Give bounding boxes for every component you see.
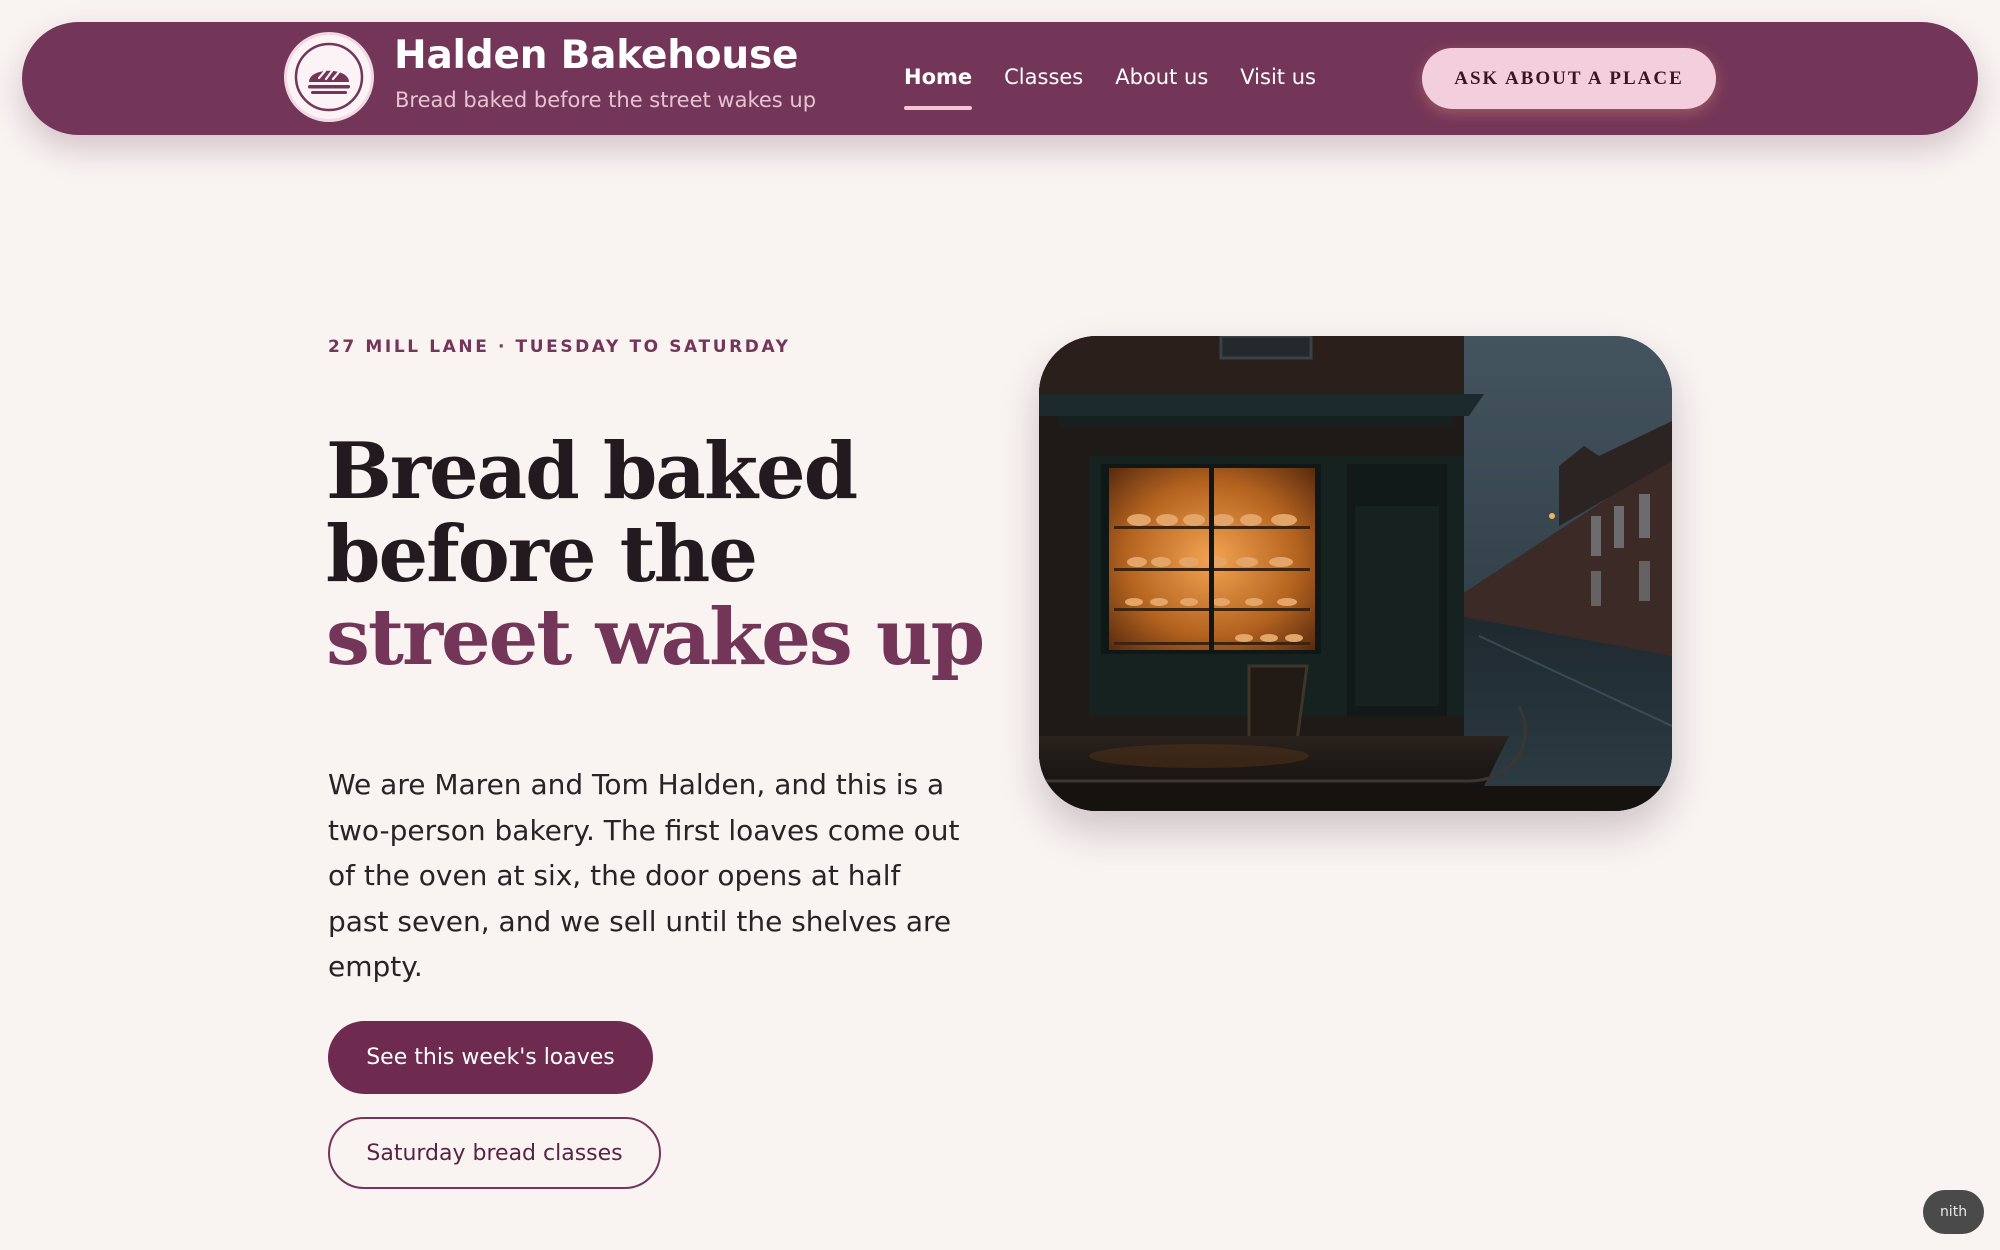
nav-link-home[interactable]: Home [904,65,973,110]
nav-link-about-us[interactable]: About us [1115,65,1208,89]
corner-chip[interactable]: nith [1923,1190,1984,1234]
bread-loaf-icon [294,42,364,112]
nav-link-visit-us[interactable]: Visit us [1240,65,1316,89]
logo[interactable] [284,32,374,122]
headline-line-3-accent: street wakes up [326,592,985,683]
hero-eyebrow: 27 MILL LANE · TUESDAY TO SATURDAY [328,337,791,357]
headline-line-1: Bread baked [326,426,858,517]
nav-link-label: Visit us [1240,65,1316,89]
main-nav: Home Classes About us Visit us [904,65,1316,110]
brand-name[interactable]: Halden Bakehouse [394,33,798,78]
brand-tagline: Bread baked before the street wakes up [395,88,817,112]
ask-about-a-place-button[interactable]: ASK ABOUT A PLACE [1422,48,1716,109]
nav-link-label: Classes [1004,65,1084,89]
headline-line-2: before the [326,509,758,600]
hero-intro-text: We are Maren and Tom Halden, and this is… [328,768,960,983]
nav-link-label: About us [1115,65,1209,89]
nav-link-label: Home [904,65,973,89]
bakery-storefront-photo [1039,336,1672,811]
hero-headline: Bread baked before the street wakes up [326,426,985,683]
saturday-bread-classes-button[interactable]: Saturday bread classes [328,1117,661,1189]
nav-link-classes[interactable]: Classes [1004,65,1083,89]
active-nav-indicator [904,106,973,110]
see-weeks-loaves-button[interactable]: See this week's loaves [328,1021,653,1094]
site-header: Halden Bakehouse Bread baked before the … [22,22,1978,135]
